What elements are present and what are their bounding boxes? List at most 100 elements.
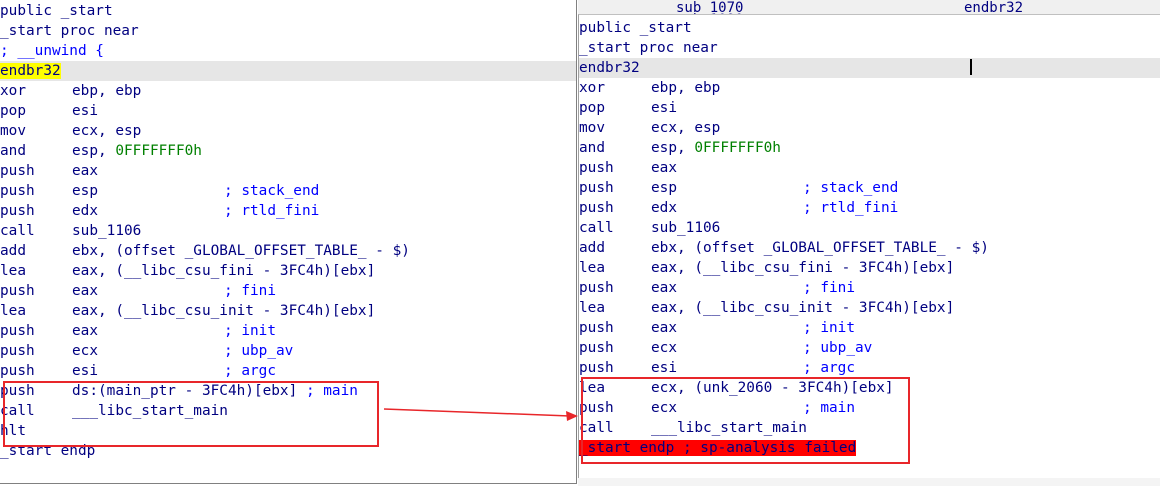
instruction-mnemonic: add <box>0 243 26 259</box>
instruction-mnemonic: push <box>579 320 614 336</box>
instruction-operand: esi <box>72 363 98 379</box>
code-line[interactable]: xor ebp, ebp <box>579 78 1160 98</box>
code-line[interactable]: lea eax, (__libc_csu_init - 3FC4h)[ebx] <box>0 301 576 321</box>
code-comment: ; ubp_av <box>224 343 294 359</box>
code-line[interactable]: push eax ; fini <box>0 281 576 301</box>
instruction-operand: eax, (__libc_csu_init - 3FC4h)[ebx] <box>651 300 955 316</box>
instruction-mnemonic: push <box>579 160 614 176</box>
code-line[interactable]: mov ecx, esp <box>0 121 576 141</box>
code-line[interactable]: pop esi <box>579 98 1160 118</box>
code-line[interactable]: _start proc near <box>0 21 576 41</box>
code-line[interactable]: call sub_1106 <box>579 218 1160 238</box>
code-line[interactable]: endbr32 <box>579 58 1160 78</box>
code-line[interactable]: push esi ; argc <box>0 361 576 381</box>
instruction-mnemonic: lea <box>579 260 605 276</box>
background-window-edge <box>578 478 1160 486</box>
instruction-operand: eax <box>72 163 98 179</box>
code-comment: ; argc <box>224 363 276 379</box>
code-comment: ; stack_end <box>803 180 899 196</box>
code-comment: ; rtld_fini <box>224 203 320 219</box>
code-line[interactable]: public _start <box>0 1 576 21</box>
instruction-operand: eax <box>651 320 677 336</box>
instruction-operand: edx <box>651 200 677 216</box>
code-comment: ; argc <box>803 360 855 376</box>
immediate-value: 0FFFFFFF0h <box>694 140 781 156</box>
instruction-mnemonic: pop <box>0 103 26 119</box>
code-line[interactable]: push eax ; init <box>0 321 576 341</box>
code-line[interactable]: mov ecx, esp <box>579 118 1160 138</box>
instruction-operand: esp <box>72 183 98 199</box>
instruction-operand: esi <box>651 100 677 116</box>
code-line[interactable]: push esp ; stack_end <box>0 181 576 201</box>
instruction-mnemonic: xor <box>0 83 26 99</box>
code-line[interactable]: lea eax, (__libc_csu_fini - 3FC4h)[ebx] <box>0 261 576 281</box>
code-directive: ; __unwind { <box>0 43 104 59</box>
code-comment: ; rtld_fini <box>803 200 899 216</box>
code-line[interactable]: and esp, 0FFFFFFF0h <box>0 141 576 161</box>
right-disassembly-view[interactable]: public _start _start proc near endbr32 xor e… <box>578 14 1160 486</box>
instruction-mnemonic: lea <box>0 303 26 319</box>
code-line[interactable]: add ebx, (offset _GLOBAL_OFFSET_TABLE_ - … <box>0 241 576 261</box>
code-line[interactable]: push edx ; rtld_fini <box>0 201 576 221</box>
instruction-mnemonic: push <box>579 180 614 196</box>
instruction-operand: eax <box>72 283 98 299</box>
instruction-mnemonic: push <box>0 323 35 339</box>
instruction-operand: eax, (__libc_csu_fini - 3FC4h)[ebx] <box>651 260 955 276</box>
right-callout-box <box>581 377 910 464</box>
instruction-mnemonic: lea <box>579 300 605 316</box>
code-line[interactable]: push esi ; argc <box>579 358 1160 378</box>
code-line[interactable]: call sub_1106 <box>0 221 576 241</box>
code-directive: public _start <box>0 3 113 19</box>
code-comment: ; init <box>803 320 855 336</box>
instruction-operand: ecx <box>651 340 677 356</box>
code-line[interactable]: push ecx ; ubp_av <box>579 338 1160 358</box>
instruction-mnemonic: mov <box>579 120 605 136</box>
code-line[interactable]: pop esi <box>0 101 576 121</box>
code-line[interactable]: _start proc near <box>579 38 1160 58</box>
instruction-mnemonic: pop <box>579 100 605 116</box>
code-line[interactable]: public _start <box>579 18 1160 38</box>
comparison-arrow-icon <box>383 408 578 421</box>
instruction-mnemonic: push <box>579 340 614 356</box>
code-line[interactable]: ; __unwind { <box>0 41 576 61</box>
code-comment: ; fini <box>803 280 855 296</box>
instruction-operand: eax <box>651 280 677 296</box>
code-line[interactable]: push eax ; fini <box>579 278 1160 298</box>
instruction-mnemonic: push <box>0 163 35 179</box>
instruction-operand: sub_1106 <box>651 220 721 236</box>
code-comment: ; ubp_av <box>803 340 873 356</box>
instruction-operand: ecx <box>72 343 98 359</box>
instruction-mnemonic: and <box>0 143 26 159</box>
instruction-mnemonic: push <box>579 200 614 216</box>
code-directive: _start proc near <box>579 40 718 56</box>
instruction-operand: ecx, esp <box>651 120 721 136</box>
instruction-mnemonic: push <box>0 183 35 199</box>
instruction-operand: eax <box>651 160 677 176</box>
code-line[interactable]: and esp, 0FFFFFFF0h <box>579 138 1160 158</box>
code-line[interactable]: push eax <box>579 158 1160 178</box>
code-line[interactable]: push eax ; init <box>579 318 1160 338</box>
code-directive: public _start <box>579 20 692 36</box>
background-window-strip: sub_1070 sub_1090 endbr32 <box>578 0 1160 28</box>
instruction-operand: ebp, ebp <box>651 80 721 96</box>
instruction-operand: esi <box>651 360 677 376</box>
instruction-mnemonic: call <box>0 223 35 239</box>
code-line[interactable]: push edx ; rtld_fini <box>579 198 1160 218</box>
code-line[interactable]: lea eax, (__libc_csu_init - 3FC4h)[ebx] <box>579 298 1160 318</box>
code-line[interactable]: push ecx ; ubp_av <box>0 341 576 361</box>
code-line[interactable]: xor ebp, ebp <box>0 81 576 101</box>
instruction-operand: ecx, esp <box>72 123 142 139</box>
code-line[interactable]: add ebx, (offset _GLOBAL_OFFSET_TABLE_ - … <box>579 238 1160 258</box>
instruction-mnemonic: push <box>579 280 614 296</box>
instruction-operand: esi <box>72 103 98 119</box>
left-callout-box <box>3 381 379 447</box>
code-line[interactable]: lea eax, (__libc_csu_fini - 3FC4h)[ebx] <box>579 258 1160 278</box>
code-line[interactable]: push esp ; stack_end <box>579 178 1160 198</box>
text-cursor <box>970 59 972 75</box>
code-line[interactable]: push eax <box>0 161 576 181</box>
instruction-operand: ebx, (offset _GLOBAL_OFFSET_TABLE_ - $) <box>72 243 410 259</box>
instruction-operand: edx <box>72 203 98 219</box>
instruction-mnemonic: push <box>0 283 35 299</box>
code-line[interactable]: endbr32 <box>0 61 576 81</box>
instruction-mnemonic: and <box>579 140 605 156</box>
